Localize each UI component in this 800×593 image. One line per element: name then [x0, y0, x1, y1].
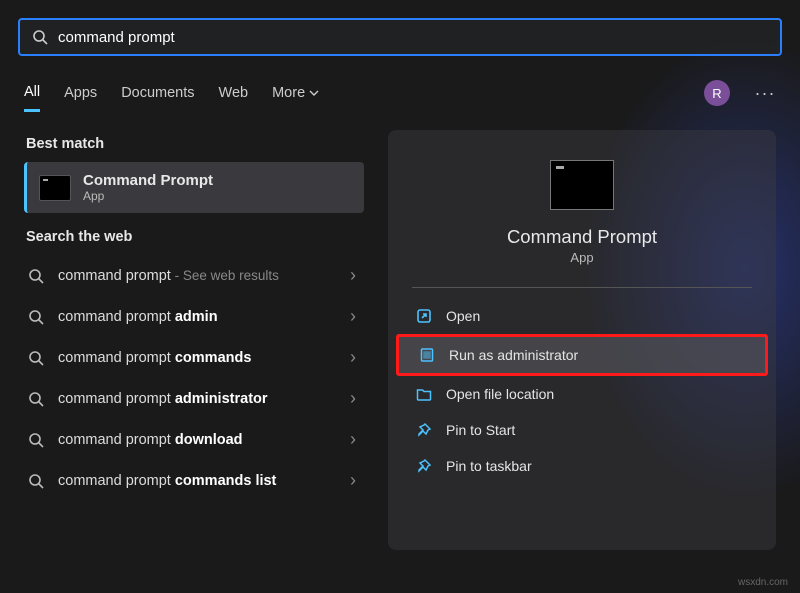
tab-all[interactable]: All [24, 74, 40, 112]
preview-title: Command Prompt [388, 226, 776, 248]
action-pin-to-start[interactable]: Pin to Start [396, 412, 768, 448]
pin-icon [416, 422, 432, 438]
suggestion-text: command prompt - See web results [58, 268, 350, 284]
action-label: Open file location [446, 386, 554, 402]
suggestion-text: command prompt administrator [58, 391, 350, 407]
chevron-down-icon [309, 88, 319, 98]
action-label: Pin to Start [446, 422, 515, 438]
action-run-as-administrator[interactable]: Run as administrator [396, 334, 768, 376]
action-label: Open [446, 308, 480, 324]
action-open[interactable]: Open [396, 298, 768, 334]
search-icon [28, 432, 44, 448]
suggestion-text: command prompt admin [58, 309, 350, 325]
web-suggestion[interactable]: command prompt commands› [24, 337, 364, 378]
best-match-item[interactable]: Command Prompt App [24, 162, 364, 213]
command-prompt-icon [39, 175, 71, 201]
search-icon [28, 309, 44, 325]
filter-tabs: All Apps Documents Web More R ··· [0, 74, 800, 112]
action-label: Run as administrator [449, 347, 578, 363]
search-icon [32, 29, 48, 45]
search-icon [28, 473, 44, 489]
watermark: wsxdn.com [738, 577, 788, 588]
preview-panel: Command Prompt App Open Run as administr… [388, 130, 776, 550]
chevron-right-icon: › [350, 306, 356, 327]
chevron-right-icon: › [350, 347, 356, 368]
preview-app-icon [550, 160, 614, 210]
search-icon [28, 350, 44, 366]
chevron-right-icon: › [350, 388, 356, 409]
separator [412, 287, 752, 288]
suggestion-text: command prompt commands [58, 350, 350, 366]
results-column: Best match Command Prompt App Search the… [24, 130, 364, 550]
best-match-title: Command Prompt [83, 172, 213, 189]
user-avatar[interactable]: R [704, 80, 730, 106]
web-suggestion[interactable]: command prompt download› [24, 419, 364, 460]
suggestion-text: command prompt download [58, 432, 350, 448]
action-pin-to-taskbar[interactable]: Pin to taskbar [396, 448, 768, 484]
chevron-right-icon: › [350, 265, 356, 286]
more-options-button[interactable]: ··· [754, 83, 776, 104]
action-open-file-location[interactable]: Open file location [396, 376, 768, 412]
best-match-header: Best match [26, 136, 364, 152]
chevron-right-icon: › [350, 470, 356, 491]
chevron-right-icon: › [350, 429, 356, 450]
tab-documents[interactable]: Documents [121, 74, 194, 112]
web-suggestion[interactable]: command prompt admin› [24, 296, 364, 337]
web-suggestion[interactable]: command prompt - See web results› [24, 255, 364, 296]
search-web-header: Search the web [26, 229, 364, 245]
search-input[interactable] [58, 29, 768, 46]
web-suggestion[interactable]: command prompt commands list› [24, 460, 364, 501]
search-box[interactable] [18, 18, 782, 56]
web-suggestion[interactable]: command prompt administrator› [24, 378, 364, 419]
best-match-subtitle: App [83, 189, 213, 203]
shield-icon [419, 347, 435, 363]
tab-web[interactable]: Web [219, 74, 249, 112]
suggestion-text: command prompt commands list [58, 473, 350, 489]
action-label: Pin to taskbar [446, 458, 532, 474]
pin-icon [416, 458, 432, 474]
tab-apps[interactable]: Apps [64, 74, 97, 112]
folder-icon [416, 386, 432, 402]
search-icon [28, 391, 44, 407]
search-icon [28, 268, 44, 284]
tab-more[interactable]: More [272, 74, 319, 112]
open-icon [416, 308, 432, 324]
preview-subtitle: App [388, 250, 776, 265]
